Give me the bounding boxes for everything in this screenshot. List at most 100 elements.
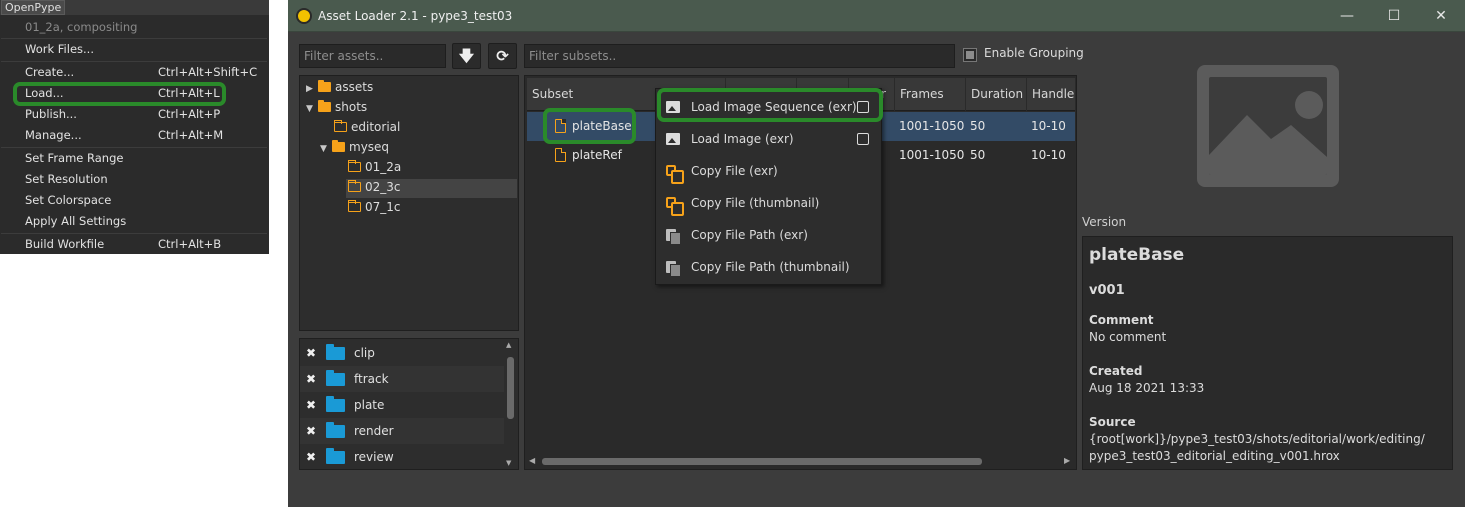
families-scrollbar[interactable]: ▲ ▼	[505, 341, 517, 469]
folder-icon	[326, 344, 345, 360]
subset-name: plateRef	[572, 148, 622, 162]
menu-item-copy-file-path-thumbnail[interactable]: Copy File Path (thumbnail)	[656, 251, 881, 283]
folder-icon	[326, 422, 345, 438]
frames-cell: 1001-1050	[899, 119, 965, 133]
duration-cell: 50	[970, 148, 986, 162]
folder-icon	[326, 396, 345, 412]
folder-icon	[332, 140, 345, 152]
comment-value: No comment	[1089, 330, 1167, 344]
menu-item-work-files[interactable]: Work Files...	[1, 39, 267, 60]
enable-grouping-label[interactable]: Enable Grouping	[984, 46, 1084, 60]
openpype-menu: OpenPype 01_2a, compositing Work Files..…	[0, 0, 269, 254]
version-subset-name: plateBase	[1089, 245, 1185, 265]
folder-icon	[318, 100, 331, 112]
tree-item-02-3c[interactable]: 02_3c	[348, 177, 401, 197]
folder-outline-icon	[348, 160, 361, 172]
remove-icon[interactable]: ✖	[306, 366, 316, 392]
comment-label: Comment	[1089, 313, 1154, 327]
scroll-right-icon[interactable]: ▶	[1064, 456, 1070, 465]
expand-arrow-icon[interactable]: ▶	[306, 79, 318, 99]
handle-cell: 10-10	[1031, 148, 1066, 162]
maximize-button[interactable]: ☐	[1371, 0, 1417, 32]
scrollbar-thumb[interactable]	[542, 458, 982, 465]
copy-icon	[666, 165, 684, 184]
window-title: Asset Loader 2.1 - pype3_test03	[318, 9, 513, 23]
column-header-duration[interactable]: Duration	[966, 78, 1027, 111]
version-number: v001	[1089, 283, 1125, 298]
menu-item-build-workfile[interactable]: Build Workfile Ctrl+Alt+B	[1, 234, 267, 255]
scroll-left-icon[interactable]: ◀	[529, 456, 535, 465]
frames-cell: 1001-1050	[899, 148, 965, 162]
remove-icon[interactable]: ✖	[306, 392, 316, 418]
copy-path-icon	[666, 229, 681, 245]
tree-item-assets[interactable]: ▶ assets	[306, 77, 373, 97]
openpype-menubar: OpenPype	[0, 0, 269, 15]
refresh-icon: ⟳	[496, 47, 509, 65]
file-icon	[555, 148, 566, 162]
image-icon	[666, 133, 680, 145]
collapse-arrow-icon[interactable]: ▼	[306, 99, 318, 119]
app-logo-icon	[296, 8, 312, 24]
tree-item-07-1c[interactable]: 07_1c	[348, 197, 401, 217]
subset-filter-input[interactable]: Filter subsets..	[524, 44, 955, 68]
source-path-line1: {root[work]}/pype3_test03/shots/editoria…	[1089, 432, 1425, 446]
tree-item-myseq[interactable]: ▼ myseq	[320, 137, 389, 157]
created-label: Created	[1089, 364, 1143, 378]
menu-item-set-frame-range[interactable]: Set Frame Range	[1, 148, 267, 169]
source-path-line2: pype3_test03_editorial_editing_v001.hrox	[1089, 449, 1340, 463]
folder-icon	[326, 448, 345, 464]
minimize-button[interactable]: —	[1324, 0, 1370, 32]
thumbnail-placeholder-icon	[1197, 65, 1339, 187]
subsets-hscrollbar[interactable]: ◀ ▶	[529, 456, 1075, 467]
remove-icon[interactable]: ✖	[306, 418, 316, 444]
copy-path-icon	[666, 261, 681, 277]
asset-tree: ▶ assets ▼ shots editorial ▼ myseq 01_2a 02…	[299, 75, 519, 331]
window-titlebar[interactable]: Asset Loader 2.1 - pype3_test03 — ☐ ✕	[288, 0, 1465, 32]
menu-item-copy-file-thumbnail[interactable]: Copy File (thumbnail)	[656, 187, 881, 219]
close-button[interactable]: ✕	[1418, 0, 1464, 32]
enable-grouping-checkbox[interactable]	[963, 48, 977, 62]
menu-item-set-colorspace[interactable]: Set Colorspace	[1, 190, 267, 211]
duration-cell: 50	[970, 119, 986, 133]
load-item-highlight	[13, 82, 226, 106]
family-item-review[interactable]: ✖ review	[300, 444, 504, 470]
scrollbar-thumb[interactable]	[507, 357, 514, 419]
version-section-label: Version	[1082, 215, 1127, 229]
column-header-frames[interactable]: Frames	[895, 78, 966, 111]
family-item-clip[interactable]: ✖ clip	[300, 340, 504, 366]
collapse-arrow-icon[interactable]: ▼	[320, 139, 332, 159]
column-header-handle[interactable]: Handle	[1027, 78, 1075, 111]
created-value: Aug 18 2021 13:33	[1089, 381, 1205, 395]
subset-highlight	[543, 108, 636, 144]
source-label: Source	[1089, 415, 1136, 429]
options-box-icon[interactable]	[857, 133, 869, 145]
folder-outline-icon	[334, 120, 347, 132]
openpype-menu-title[interactable]: OpenPype	[1, 0, 66, 15]
folder-outline-icon	[348, 180, 361, 192]
family-item-render[interactable]: ✖ render	[300, 418, 504, 444]
menu-item-set-resolution[interactable]: Set Resolution	[1, 169, 267, 190]
family-item-plate[interactable]: ✖ plate	[300, 392, 504, 418]
remove-icon[interactable]: ✖	[306, 340, 316, 366]
menu-item-copy-file-exr[interactable]: Copy File (exr)	[656, 155, 881, 187]
down-arrow-button[interactable]: 🡇	[452, 43, 481, 69]
remove-icon[interactable]: ✖	[306, 444, 316, 470]
tree-item-shots[interactable]: ▼ shots	[306, 97, 367, 117]
tree-item-01-2a[interactable]: 01_2a	[348, 157, 401, 177]
menu-item-load-image[interactable]: Load Image (exr)	[656, 123, 881, 155]
load-image-sequence-highlight	[657, 88, 883, 122]
scroll-down-icon[interactable]: ▼	[506, 459, 511, 467]
folder-icon	[326, 370, 345, 386]
tree-item-editorial[interactable]: editorial	[334, 117, 400, 137]
arrow-down-icon: 🡇	[458, 47, 475, 65]
menu-item-create[interactable]: Create... Ctrl+Alt+Shift+C	[1, 62, 267, 83]
menu-item-publish[interactable]: Publish... Ctrl+Alt+P	[1, 104, 267, 125]
refresh-button[interactable]: ⟳	[488, 43, 517, 69]
scroll-up-icon[interactable]: ▲	[506, 341, 511, 349]
asset-filter-input[interactable]: Filter assets..	[299, 44, 446, 68]
menu-item-apply-all-settings[interactable]: Apply All Settings	[1, 211, 267, 232]
menu-item-manage[interactable]: Manage... Ctrl+Alt+M	[1, 125, 267, 146]
family-item-ftrack[interactable]: ✖ ftrack	[300, 366, 504, 392]
handle-cell: 10-10	[1031, 119, 1066, 133]
menu-item-copy-file-path-exr[interactable]: Copy File Path (exr)	[656, 219, 881, 251]
